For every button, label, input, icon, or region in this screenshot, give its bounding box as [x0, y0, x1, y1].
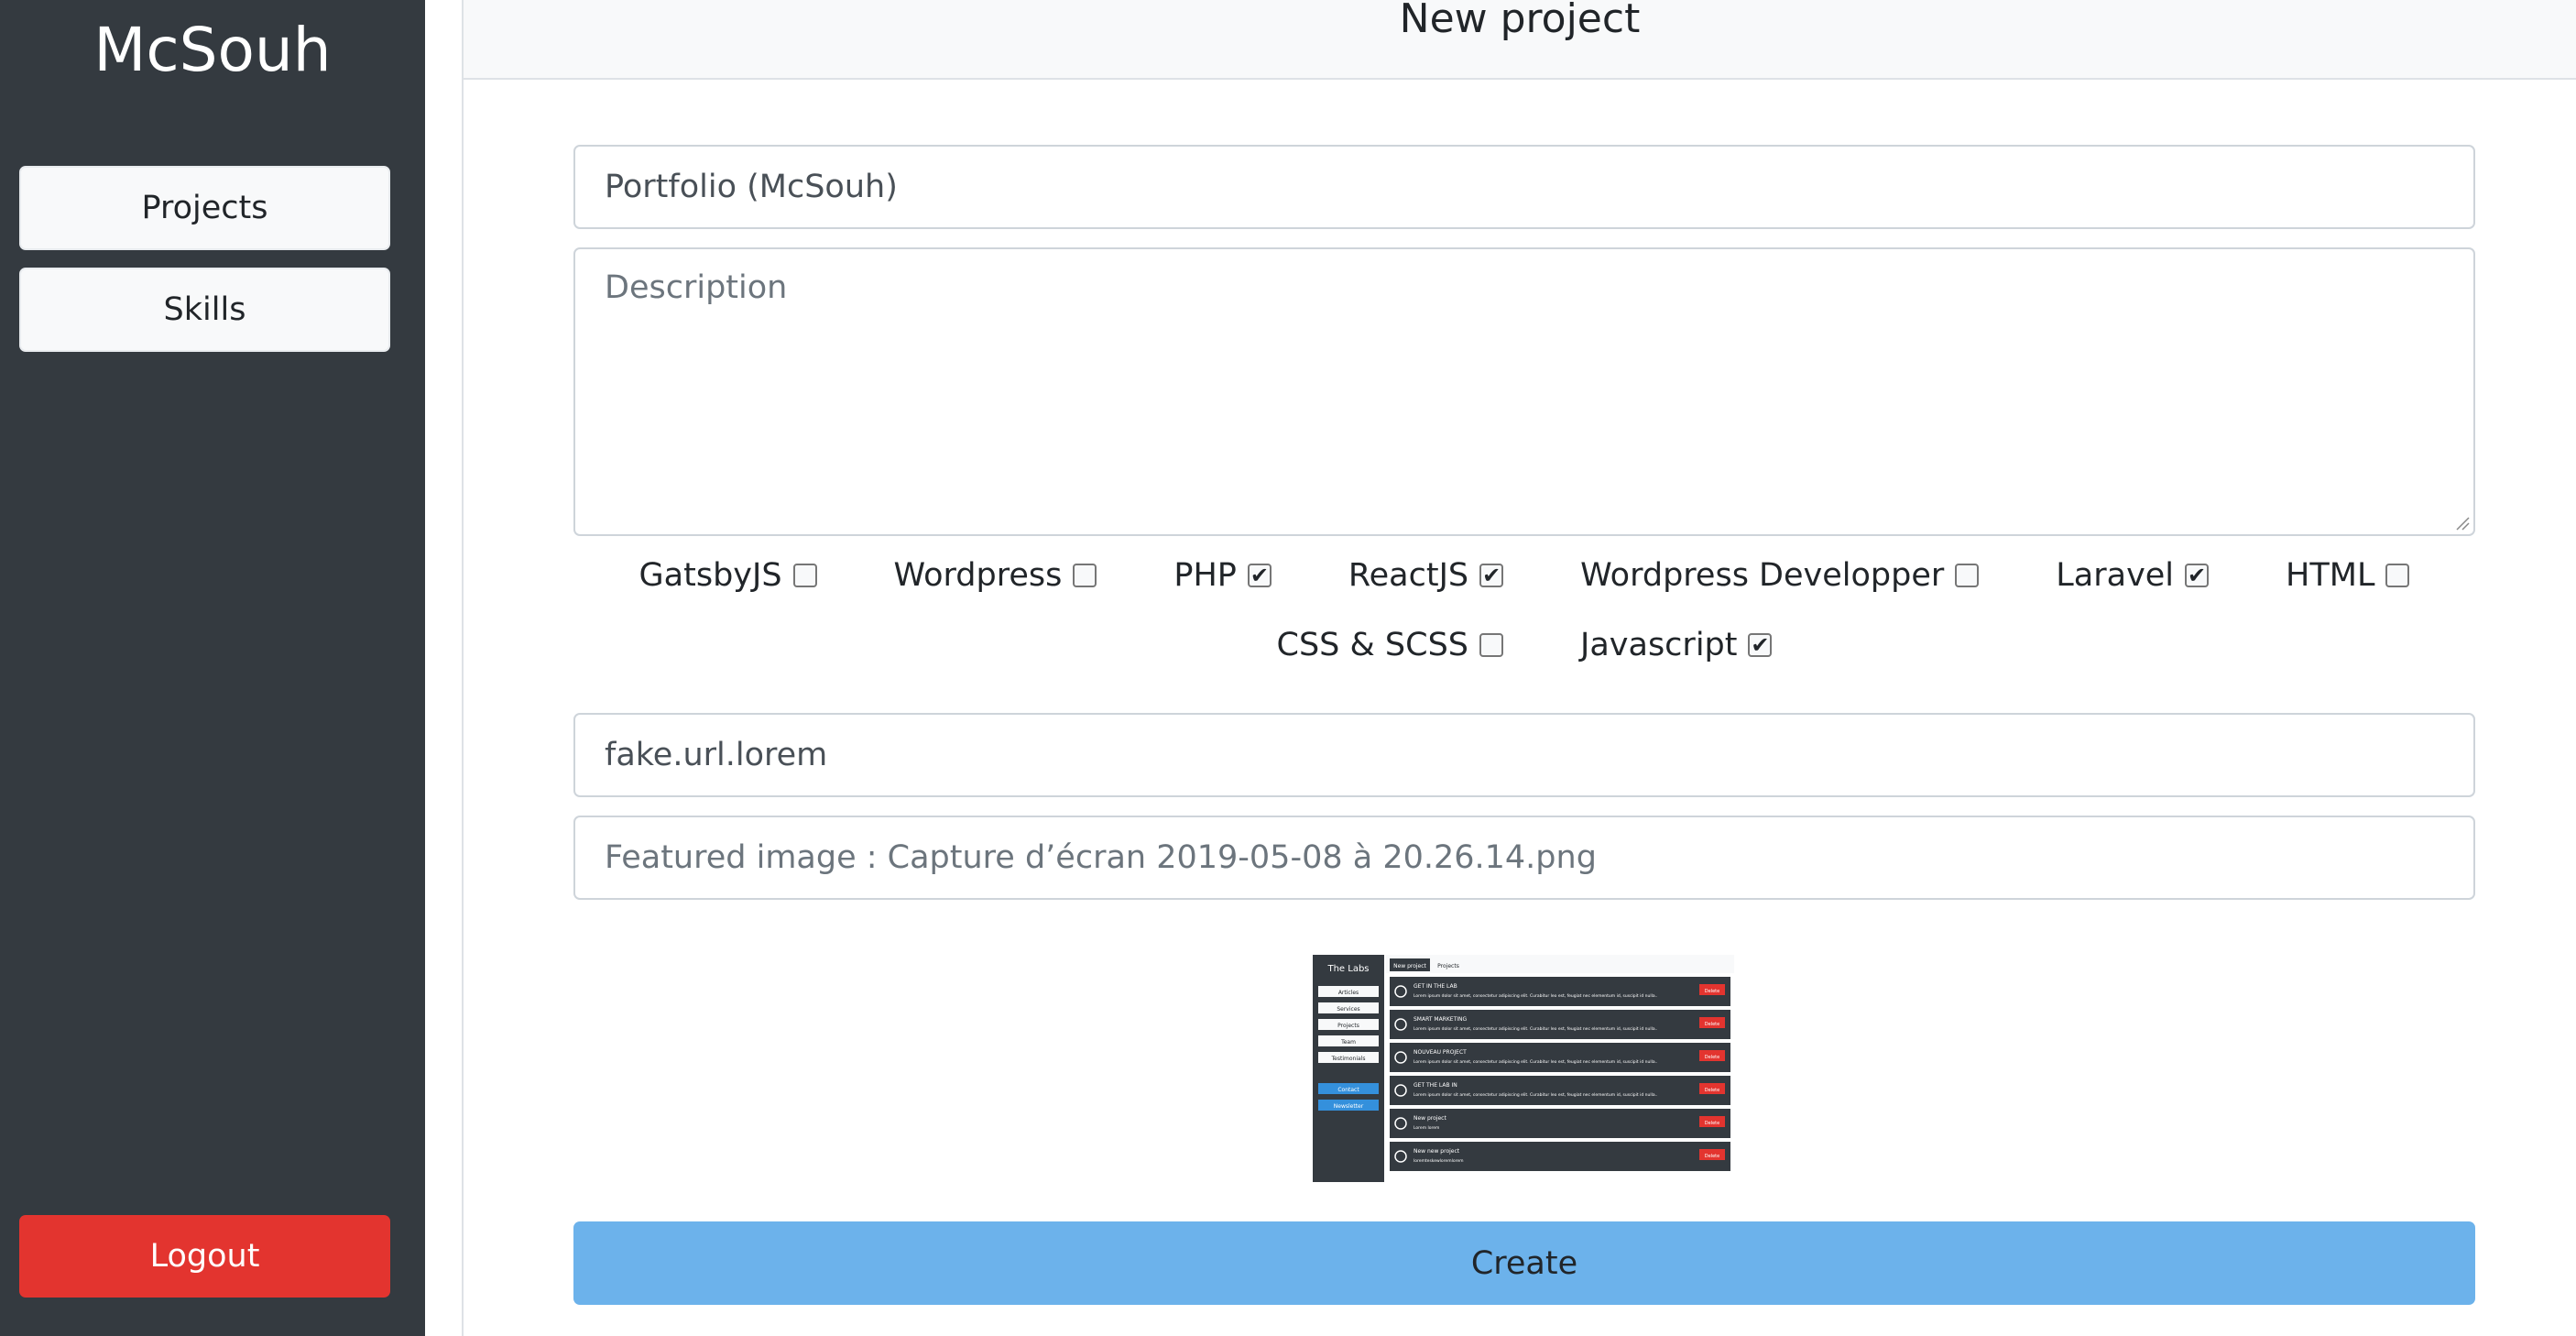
preview-delete: Delete	[1705, 1154, 1719, 1159]
resize-handle-icon[interactable]	[2453, 514, 2470, 531]
skill-checkbox-php[interactable]: PHP ✔	[1173, 557, 1272, 594]
skill-checkbox-wordpress[interactable]: Wordpress	[894, 557, 1097, 594]
preview-row: NOUVEAU PROJECT Lorem ipsum dolor sit am…	[1390, 1043, 1730, 1072]
skill-checkbox-css-scss[interactable]: CSS & SCSS	[1277, 627, 1504, 663]
skill-label: ReactJS	[1348, 557, 1469, 594]
preview-menu-item: Projects	[1337, 1023, 1359, 1029]
page-title: New project	[1399, 0, 1641, 42]
url-field[interactable]: fake.url.lorem	[573, 713, 2475, 797]
preview-row-text: Lorem ipsum dolor sit amet, consectetur …	[1414, 1026, 1657, 1032]
preview-row-text: Lorem lorem	[1414, 1125, 1439, 1131]
sidebar-item-projects[interactable]: Projects	[19, 166, 390, 250]
project-title-value: Portfolio (McSouh)	[605, 169, 898, 205]
preview-delete: Delete	[1705, 1055, 1719, 1060]
description-textarea[interactable]: Description	[573, 247, 2475, 536]
checkbox-unchecked-icon[interactable]	[2385, 564, 2410, 587]
featured-image-field[interactable]: Featured image : Capture d’écran 2019-05…	[573, 816, 2475, 900]
sidebar-item-skills[interactable]: Skills	[19, 268, 390, 352]
skill-checkbox-javascript[interactable]: Javascript ✔	[1580, 627, 1773, 663]
project-title-field[interactable]: Portfolio (McSouh)	[573, 145, 2475, 229]
sidebar-divider	[425, 0, 464, 1336]
logout-button[interactable]: Logout	[19, 1215, 390, 1298]
preview-menu-item: Articles	[1338, 990, 1359, 996]
checkbox-checked-icon[interactable]: ✔	[1479, 564, 1504, 587]
skill-label: HTML	[2286, 557, 2375, 594]
featured-image-label: Featured image : Capture d’écran 2019-05…	[605, 839, 1597, 876]
skill-checkbox-html[interactable]: HTML	[2286, 557, 2410, 594]
preview-row: New project Lorem lorem Delete	[1390, 1109, 1730, 1138]
checkbox-unchecked-icon[interactable]	[792, 564, 817, 587]
preview-delete: Delete	[1705, 1088, 1719, 1093]
url-value: fake.url.lorem	[605, 737, 828, 773]
preview-delete: Delete	[1705, 989, 1719, 994]
preview-tab: New project	[1393, 963, 1426, 969]
preview-menu-item: Team	[1340, 1039, 1356, 1046]
checkbox-checked-icon[interactable]: ✔	[1247, 564, 1272, 587]
preview-brand: The Labs	[1326, 964, 1369, 974]
skill-label: GatsbyJS	[639, 557, 782, 594]
preview-row-title: GET THE LAB IN	[1414, 1082, 1457, 1089]
skill-checkbox-reactjs[interactable]: ReactJS ✔	[1348, 557, 1504, 594]
preview-delete: Delete	[1705, 1022, 1719, 1027]
skill-label: Wordpress	[893, 557, 1063, 594]
featured-image-preview: The Labs Articles Services Projects Team…	[1313, 955, 1734, 1182]
create-button[interactable]: Create	[573, 1221, 2475, 1305]
preview-row-title: GET IN THE LAB	[1414, 983, 1457, 990]
sidebar: McSouh Projects Skills Logout	[0, 0, 425, 1336]
checkbox-checked-icon[interactable]: ✔	[2185, 564, 2210, 587]
skill-label: Wordpress Developper	[1580, 557, 1945, 594]
preview-row: SMART MARKETING Lorem ipsum dolor sit am…	[1390, 1010, 1730, 1039]
skill-checkbox-laravel[interactable]: Laravel ✔	[2056, 557, 2210, 594]
checkbox-unchecked-icon[interactable]	[1955, 564, 1980, 587]
preview-row-title: New project	[1414, 1115, 1446, 1122]
skill-label: PHP	[1173, 557, 1237, 594]
preview-row-title: NOUVEAU PROJECT	[1414, 1049, 1467, 1056]
skills-row-2: CSS & SCSS Javascript ✔	[573, 627, 2475, 663]
preview-row: New new project loremteskewloremlorem De…	[1390, 1142, 1730, 1171]
preview-button: Newsletter	[1334, 1103, 1364, 1110]
preview-row-text: Lorem ipsum dolor sit amet, consectetur …	[1414, 1092, 1657, 1098]
preview-row-title: New new project	[1414, 1148, 1460, 1155]
checkbox-unchecked-icon[interactable]	[1479, 633, 1504, 657]
preview-menu-item: Testimonials	[1331, 1056, 1366, 1062]
skill-checkbox-gatsbyjs[interactable]: GatsbyJS	[639, 557, 817, 594]
preview-row: GET IN THE LAB Lorem ipsum dolor sit ame…	[1390, 977, 1730, 1006]
preview-menu-item: Services	[1337, 1006, 1359, 1013]
description-placeholder: Description	[605, 269, 788, 306]
skill-label: Javascript	[1580, 627, 1738, 663]
preview-delete: Delete	[1705, 1121, 1719, 1126]
preview-row: GET THE LAB IN Lorem ipsum dolor sit ame…	[1390, 1076, 1730, 1105]
skills-row-1: GatsbyJS Wordpress PHP ✔ ReactJS ✔ Wordp…	[573, 557, 2475, 594]
page-header: New project	[464, 0, 2576, 80]
skill-checkbox-wordpress-developper[interactable]: Wordpress Developper	[1580, 557, 1980, 594]
preview-button: Contact	[1337, 1087, 1359, 1093]
checkbox-unchecked-icon[interactable]	[1073, 564, 1097, 587]
preview-row-text: loremteskewloremlorem	[1414, 1158, 1464, 1164]
preview-tab: Projects	[1437, 963, 1459, 969]
checkbox-checked-icon[interactable]: ✔	[1748, 633, 1773, 657]
preview-row-title: SMART MARKETING	[1414, 1016, 1467, 1023]
brand-title: McSouh	[93, 15, 332, 85]
preview-row-text: Lorem ipsum dolor sit amet, consectetur …	[1414, 993, 1657, 999]
preview-row-text: Lorem ipsum dolor sit amet, consectetur …	[1414, 1059, 1657, 1065]
skill-label: CSS & SCSS	[1276, 627, 1469, 663]
skill-label: Laravel	[2056, 557, 2175, 594]
